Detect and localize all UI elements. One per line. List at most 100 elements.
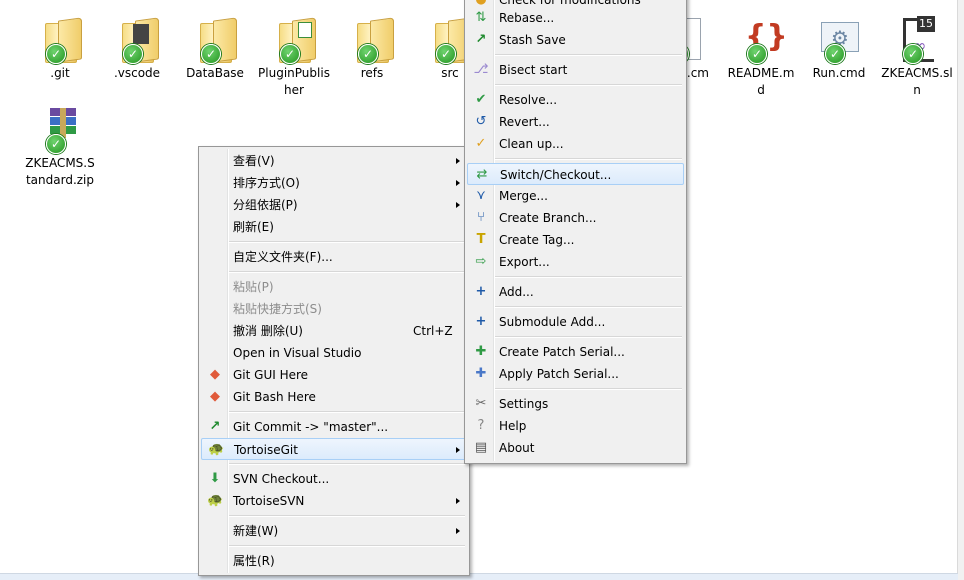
file-item-zip[interactable]: ✓ ZKEACMS.Standard.zip [23,104,97,189]
file-label: DataBase [186,66,244,80]
folder-icon: ✓ [191,14,239,64]
git-status-ok-icon: ✓ [825,44,845,64]
resolve-check-icon: ✔ [475,92,487,107]
submenu-arrow-icon [456,498,460,504]
git-status-ok-icon: ✓ [358,44,378,64]
switch-checkout-icon: ⇄ [476,167,488,182]
menu-item-group-by[interactable]: 分组依据(P) [201,194,467,216]
file-item-run-cmd[interactable]: ⚙ ✓ Run.cmd [802,14,876,82]
menu-item-create-branch[interactable]: ⑂ Create Branch... [467,207,684,229]
file-item-readme[interactable]: {} ✓ README.md [724,14,798,99]
menu-separator [495,388,682,390]
menu-separator [229,545,465,547]
git-status-ok-icon: ✓ [46,134,66,154]
git-diamond-icon: ◆ [210,389,220,404]
create-branch-icon: ⑂ [477,210,485,225]
menu-separator [229,271,465,273]
menu-separator [495,84,682,86]
menu-separator [229,241,465,243]
menu-item-settings[interactable]: ✂ Settings [467,393,684,415]
menu-separator [495,158,682,160]
menu-item-about[interactable]: ▤ About [467,437,684,459]
archive-icon: ✓ [36,104,84,154]
tag-icon: T [476,232,486,247]
file-label: PluginPublisher [258,66,330,97]
menu-item-properties[interactable]: 属性(R) [201,550,467,572]
gear-file-icon: ⚙ ✓ [815,14,863,64]
git-status-ok-icon: ✓ [903,44,923,64]
menu-item-undo-delete[interactable]: 撤消 删除(U) Ctrl+Z [201,320,467,342]
tortoisegit-submenu: ● Check for modifications ⇅ Rebase... ↗ … [464,0,687,464]
file-label: .git [50,66,70,80]
stash-arrow-icon: ↗ [475,32,487,47]
folder-icon: ✓ [36,14,84,64]
rebase-icon: ⇅ [475,10,487,25]
menu-item-git-bash[interactable]: ◆ Git Bash Here [201,386,467,408]
file-label: refs [360,66,384,80]
file-label: .vscode [113,66,161,80]
menu-item-refresh[interactable]: 刷新(E) [201,216,467,238]
menu-item-help[interactable]: ? Help [467,415,684,437]
revert-icon: ↺ [475,114,487,129]
menu-item-revert[interactable]: ↺ Revert... [467,111,684,133]
menu-item-stash-save[interactable]: ↗ Stash Save [467,29,684,51]
menu-item-new[interactable]: 新建(W) [201,520,467,542]
menu-item-create-patch-serial[interactable]: ✚ Create Patch Serial... [467,341,684,363]
patch-apply-icon: ✚ [475,366,487,381]
git-status-ok-icon: ✓ [201,44,221,64]
menu-item-git-gui[interactable]: ◆ Git GUI Here [201,364,467,386]
file-item-vscode[interactable]: ✓ .vscode [100,14,174,82]
menu-item-add[interactable]: + Add... [467,281,684,303]
menu-item-resolve[interactable]: ✔ Resolve... [467,89,684,111]
menu-separator [495,276,682,278]
file-item-git[interactable]: ✓ .git [23,14,97,82]
menu-separator [229,411,465,413]
menu-separator [229,463,465,465]
tortoise-icon: 🐢 [207,493,224,508]
git-status-ok-icon: ✓ [280,44,300,64]
vertical-scrollbar[interactable] [957,0,964,580]
menu-separator [495,306,682,308]
patch-create-icon: ✚ [475,344,487,359]
add-plus-icon: + [475,314,487,329]
menu-item-switch-checkout[interactable]: ⇄ Switch/Checkout... [467,163,684,185]
menu-item-paste: 粘贴(P) [233,280,274,294]
file-item-sln[interactable]: 15 ∞ ✓ ZKEACMS.sln [880,14,954,99]
menu-item-bisect-start[interactable]: ⎇ Bisect start [467,59,684,81]
visual-studio-solution-icon: 15 ∞ ✓ [893,14,941,64]
submenu-arrow-icon [456,158,460,164]
file-item-refs[interactable]: ✓ refs [335,14,409,82]
menu-item-merge[interactable]: ⋎ Merge... [467,185,684,207]
menu-item-view[interactable]: 查看(V) [201,150,467,172]
menu-item-tortoisegit[interactable]: 🐢 TortoiseGit [201,438,467,460]
menu-item-clean-up[interactable]: ✓ Clean up... [467,133,684,155]
merge-icon: ⋎ [476,188,486,203]
file-label: README.md [727,66,795,97]
submenu-arrow-icon [456,180,460,186]
add-plus-icon: + [475,284,487,299]
menu-separator [495,336,682,338]
file-item-database[interactable]: ✓ DataBase [178,14,252,82]
file-label: ZKEACMS.sln [881,66,953,97]
menu-item-tortoisesvn[interactable]: 🐢 TortoiseSVN [201,490,467,512]
menu-item-git-commit[interactable]: ↗ Git Commit -> "master"... [201,416,467,438]
context-menu: 查看(V) 排序方式(O) 分组依据(P) 刷新(E) 自定义文件夹(F)...… [198,146,470,576]
submenu-arrow-icon [456,528,460,534]
file-item-pluginpublisher[interactable]: ✓ PluginPublisher [257,14,331,99]
menu-item-apply-patch-serial[interactable]: ✚ Apply Patch Serial... [467,363,684,385]
git-status-ok-icon: ✓ [46,44,66,64]
menu-item-customize-folder[interactable]: 自定义文件夹(F)... [201,246,467,268]
menu-item-sort-by[interactable]: 排序方式(O) [201,172,467,194]
menu-item-svn-checkout[interactable]: ⬇ SVN Checkout... [201,468,467,490]
export-icon: ⇨ [475,254,487,269]
folder-icon: ✓ [348,14,396,64]
menu-item-rebase[interactable]: ⇅ Rebase... [467,7,684,29]
git-diamond-icon: ◆ [210,367,220,382]
menu-item-create-tag[interactable]: T Create Tag... [467,229,684,251]
menu-item-export[interactable]: ⇨ Export... [467,251,684,273]
markdown-file-icon: {} ✓ [737,14,788,64]
menu-item-submodule-add[interactable]: + Submodule Add... [467,311,684,333]
horizontal-scrollbar[interactable] [0,573,958,580]
menu-item-open-in-visual-studio[interactable]: Open in Visual Studio [201,342,467,364]
version-badge: 15 [917,16,935,32]
